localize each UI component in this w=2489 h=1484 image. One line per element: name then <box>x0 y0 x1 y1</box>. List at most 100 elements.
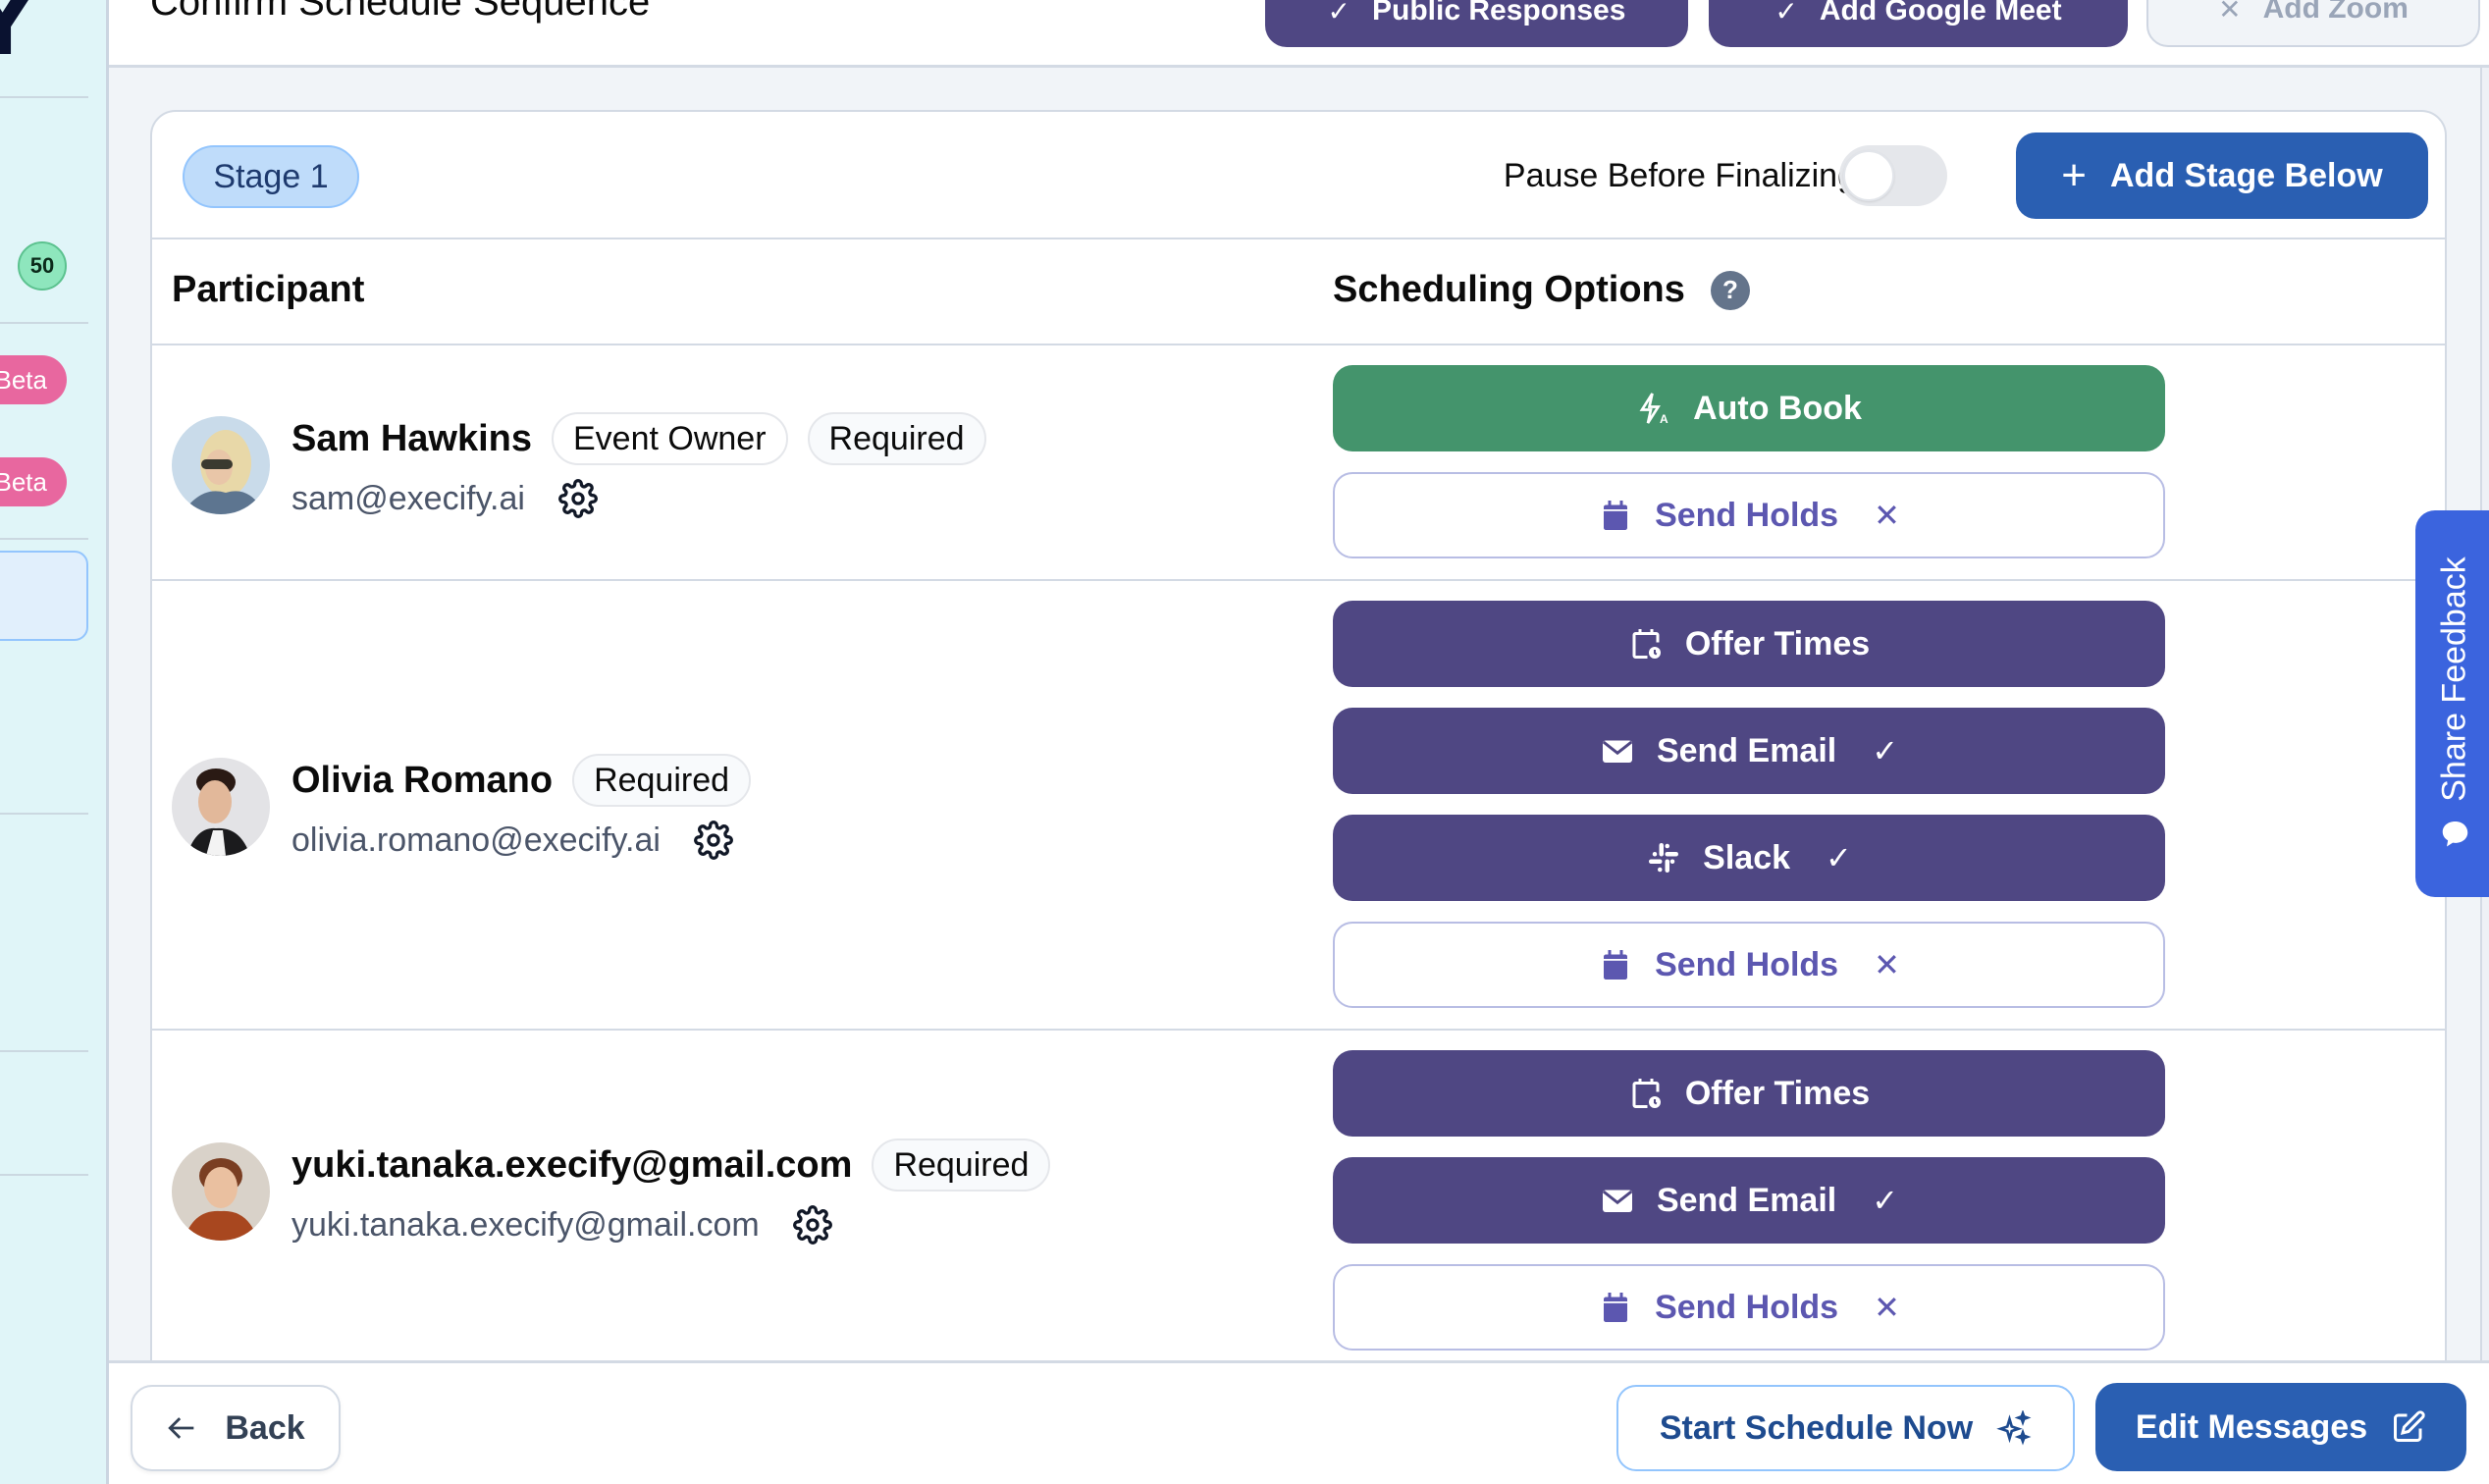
add-google-meet-button[interactable]: ✓ Add Google Meet <box>1709 0 2128 47</box>
plus-icon: + <box>2061 151 2087 199</box>
participant-name-line: Olivia Romano Required <box>291 754 752 807</box>
gear-icon[interactable] <box>558 479 598 518</box>
option-label: Send Holds <box>1655 1288 1839 1326</box>
gear-icon[interactable] <box>694 821 733 860</box>
participant-email-line: olivia.romano@execify.ai <box>291 821 751 860</box>
avatar <box>172 416 270 514</box>
auto-book-button[interactable]: A Auto Book <box>1333 365 2165 451</box>
column-header-participant: Participant <box>172 269 365 310</box>
sidebar-item-active[interactable] <box>0 551 88 641</box>
send-holds-button[interactable]: Send Holds ✕ <box>1333 1264 2165 1351</box>
credits-badge: 50 <box>18 241 67 291</box>
option-label: Offer Times <box>1684 1074 1871 1112</box>
envelope-icon <box>1602 740 1633 763</box>
scheduling-options: A Auto Book Send Holds ✕ <box>1333 365 2165 558</box>
x-icon: ✕ <box>1874 947 1900 982</box>
participant-info: yuki.tanaka.execify@gmail.com Required y… <box>172 1139 1051 1245</box>
envelope-icon <box>1602 1190 1633 1212</box>
calendar-clock-icon <box>1632 629 1661 659</box>
participant-email-line: yuki.tanaka.execify@gmail.com <box>291 1205 1050 1245</box>
participant-name-line: yuki.tanaka.execify@gmail.com Required <box>291 1139 1051 1192</box>
check-icon: ✓ <box>1826 840 1852 875</box>
back-button[interactable]: Back <box>131 1385 341 1471</box>
participant-email: yuki.tanaka.execify@gmail.com <box>291 1205 760 1244</box>
add-zoom-button[interactable]: ✕ Add Zoom <box>2146 0 2480 47</box>
option-label: Send Email <box>1656 1181 1837 1219</box>
participant-email: olivia.romano@execify.ai <box>291 821 661 859</box>
help-icon[interactable]: ? <box>1710 270 1750 310</box>
svg-text:A: A <box>1660 412 1668 426</box>
stage-badge: Stage 1 <box>183 145 359 208</box>
beta-badge: Beta <box>0 355 67 404</box>
share-feedback-tab[interactable]: Share Feedback <box>2415 510 2489 897</box>
send-email-button[interactable]: Send Email ✓ <box>1333 708 2165 794</box>
page-title: Confirm Schedule Sequence <box>150 0 651 24</box>
start-schedule-now-button[interactable]: Start Schedule Now <box>1616 1385 2075 1471</box>
pause-before-finalizing-toggle[interactable] <box>1839 145 1947 206</box>
toggle-knob <box>1843 150 1894 201</box>
required-tag[interactable]: Required <box>872 1139 1051 1192</box>
participant-row: Olivia Romano Required olivia.romano@exe… <box>152 581 2445 1031</box>
send-holds-button[interactable]: Send Holds ✕ <box>1333 922 2165 1008</box>
sidebar-divider <box>0 813 88 815</box>
option-label: Auto Book <box>1693 389 1862 427</box>
sidebar-divider <box>0 322 88 324</box>
sidebar-divider <box>0 538 88 540</box>
x-icon: ✕ <box>2218 0 2242 25</box>
x-icon: ✕ <box>1874 1290 1900 1325</box>
option-label: Slack <box>1703 838 1791 876</box>
send-email-button[interactable]: Send Email ✓ <box>1333 1157 2165 1244</box>
participant-name-line: Sam Hawkins Event Owner Required <box>291 412 986 465</box>
chat-bubble-icon <box>2442 822 2467 847</box>
stage-card: Stage 1 Pause Before Finalizing + Add St… <box>150 110 2447 1386</box>
gear-icon[interactable] <box>792 1205 832 1245</box>
required-tag[interactable]: Required <box>572 754 752 807</box>
add-stage-below-button[interactable]: + Add Stage Below <box>2016 132 2428 219</box>
sidebar: Y 50 Beta Beta <box>0 0 109 1484</box>
sparkles-icon <box>1996 1410 2032 1446</box>
column-header-label: Scheduling Options <box>1333 269 1685 310</box>
sidebar-divider <box>0 1174 88 1176</box>
send-holds-button[interactable]: Send Holds ✕ <box>1333 472 2165 558</box>
sidebar-divider <box>0 1050 88 1052</box>
stage-toolbar: Stage 1 Pause Before Finalizing + Add St… <box>152 112 2445 239</box>
table-header: Participant Scheduling Options ? <box>152 239 2445 345</box>
page-header: Confirm Schedule Sequence ✓ Public Respo… <box>109 0 2489 68</box>
required-tag[interactable]: Required <box>807 412 986 465</box>
public-responses-button[interactable]: ✓ Public Responses <box>1265 0 1688 47</box>
feedback-content: Share Feedback <box>2436 556 2474 851</box>
calendar-clock-icon <box>1632 1079 1661 1108</box>
sidebar-divider <box>0 96 88 98</box>
button-label: Add Stage Below <box>2110 156 2383 194</box>
beta-badge: Beta <box>0 457 67 506</box>
participant-email-line: sam@execify.ai <box>291 479 986 518</box>
arrow-left-icon <box>168 1417 194 1439</box>
offer-times-button[interactable]: Offer Times <box>1333 1050 2165 1137</box>
event-owner-tag: Event Owner <box>552 412 788 465</box>
x-icon: ✕ <box>1874 498 1900 533</box>
option-label: Send Holds <box>1655 945 1839 983</box>
check-icon: ✓ <box>1774 0 1798 26</box>
participant-row: Sam Hawkins Event Owner Required sam@exe… <box>152 345 2445 581</box>
participant-details: Olivia Romano Required olivia.romano@exe… <box>291 754 752 860</box>
slack-icon <box>1649 843 1679 873</box>
avatar <box>172 1142 270 1241</box>
button-label: Public Responses <box>1372 0 1626 26</box>
calendar-icon <box>1604 501 1628 530</box>
button-label: Edit Messages <box>2135 1407 2368 1446</box>
scheduling-options: Offer Times Send Email ✓ Slack ✓ Send Ho… <box>1333 601 2165 1008</box>
slack-button[interactable]: Slack ✓ <box>1333 815 2165 901</box>
edit-messages-button[interactable]: Edit Messages <box>2095 1383 2466 1471</box>
participant-info: Olivia Romano Required olivia.romano@exe… <box>172 754 752 860</box>
button-label: Back <box>225 1408 305 1447</box>
offer-times-button[interactable]: Offer Times <box>1333 601 2165 687</box>
button-label: Start Schedule Now <box>1659 1408 1974 1447</box>
app-logo[interactable]: Y <box>0 0 34 76</box>
pause-before-finalizing-label: Pause Before Finalizing <box>1503 157 1856 194</box>
participant-name: yuki.tanaka.execify@gmail.com <box>291 1143 853 1186</box>
scheduling-options: Offer Times Send Email ✓ Send Holds ✕ <box>1333 1050 2165 1351</box>
check-icon: ✓ <box>1872 733 1899 768</box>
participant-email: sam@execify.ai <box>291 479 525 517</box>
check-icon: ✓ <box>1327 0 1351 26</box>
participant-name: Sam Hawkins <box>291 417 532 459</box>
